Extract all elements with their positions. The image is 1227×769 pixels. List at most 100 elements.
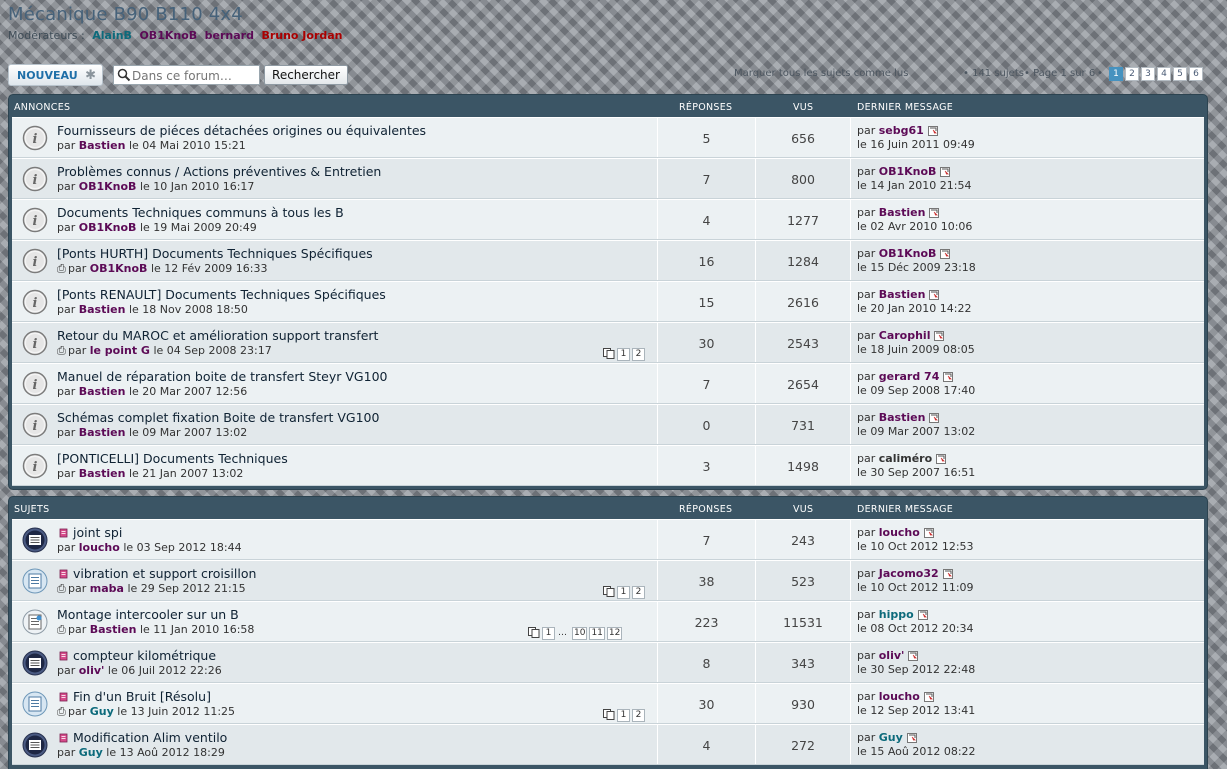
view-latest-post-icon[interactable] bbox=[929, 208, 940, 218]
topic-row[interactable]: Fin d'un Bruit [Résolu] ⎙ par Guy le 13 Ju… bbox=[12, 683, 1204, 724]
topic-page-link[interactable]: 1 bbox=[617, 348, 630, 361]
topic-title-link[interactable]: Fin d'un Bruit [Résolu] bbox=[73, 689, 211, 704]
view-latest-post-icon[interactable] bbox=[927, 126, 938, 136]
author-link[interactable]: OB1KnoB bbox=[90, 262, 148, 275]
page-link[interactable]: 6 bbox=[1189, 67, 1203, 81]
topic-title-link[interactable]: Fournisseurs de piéces détachées origine… bbox=[57, 123, 426, 138]
last-post-author-link[interactable]: oliv' bbox=[879, 649, 905, 662]
author-link[interactable]: Guy bbox=[90, 705, 114, 718]
page-link[interactable]: 3 bbox=[1141, 67, 1155, 81]
last-post-author-link[interactable]: hippo bbox=[879, 608, 914, 621]
search-button[interactable]: Rechercher bbox=[264, 65, 348, 85]
topic-row[interactable]: vibration et support croisillon ⎙ par maba… bbox=[12, 560, 1204, 601]
topic-row[interactable]: joint spi par loucho le 03 Sep 2012 18:44… bbox=[12, 519, 1204, 560]
last-post-author-link[interactable]: Guy bbox=[879, 731, 903, 744]
view-latest-post-icon[interactable] bbox=[923, 528, 934, 538]
topic-title-link[interactable]: Manuel de réparation boite de transfert … bbox=[57, 369, 387, 384]
topic-page-link[interactable]: 1 bbox=[617, 709, 630, 722]
topic-title-link[interactable]: compteur kilométrique bbox=[73, 648, 216, 663]
last-post-author-link[interactable]: OB1KnoB bbox=[879, 165, 937, 178]
topic-title-link[interactable]: Montage intercooler sur un B bbox=[57, 607, 239, 622]
topic-row[interactable]: i Retour du MAROC et amélioration support… bbox=[12, 322, 1204, 363]
author-link[interactable]: Bastien bbox=[79, 467, 126, 480]
moderator-link[interactable]: OB1KnoB bbox=[139, 29, 197, 42]
topic-row[interactable]: i Problèmes connus / Actions préventives … bbox=[12, 158, 1204, 199]
author-link[interactable]: loucho bbox=[79, 541, 120, 554]
last-post-author-link[interactable]: loucho bbox=[879, 690, 920, 703]
author-link[interactable]: maba bbox=[90, 582, 124, 595]
topic-row[interactable]: i Schémas complet fixation Boite de trans… bbox=[12, 404, 1204, 445]
last-post-author-link[interactable]: loucho bbox=[879, 526, 920, 539]
view-latest-post-icon[interactable] bbox=[943, 372, 954, 382]
last-post-author-link[interactable]: gerard 74 bbox=[879, 370, 940, 383]
mark-all-read-link[interactable]: Marquer tous les sujets comme lus bbox=[734, 68, 908, 79]
moderator-link[interactable]: Bruno Jordan bbox=[261, 29, 342, 42]
author-link[interactable]: oliv' bbox=[79, 664, 105, 677]
view-latest-post-icon[interactable] bbox=[917, 610, 928, 620]
topic-row[interactable]: i [PONTICELLI] Documents Techniques par Ba… bbox=[12, 445, 1204, 486]
topic-page-link[interactable]: 11 bbox=[589, 627, 605, 640]
author-link[interactable]: Bastien bbox=[79, 139, 126, 152]
last-post-author-link[interactable]: caliméro bbox=[879, 452, 932, 465]
view-latest-post-icon[interactable] bbox=[940, 167, 951, 177]
page-link[interactable]: 2 bbox=[1125, 67, 1139, 81]
page-link[interactable]: 5 bbox=[1173, 67, 1187, 81]
author-link[interactable]: OB1KnoB bbox=[79, 180, 137, 193]
topic-row[interactable]: Modification Alim ventilo par Guy le 13 A… bbox=[12, 724, 1204, 765]
topic-page-link[interactable]: 2 bbox=[632, 709, 645, 722]
topic-title-link[interactable]: [PONTICELLI] Documents Techniques bbox=[57, 451, 288, 466]
topic-title-link[interactable]: [Ponts HURTH] Documents Techniques Spéci… bbox=[57, 246, 373, 261]
last-post-author-link[interactable]: Bastien bbox=[879, 206, 926, 219]
topic-title-link[interactable]: vibration et support croisillon bbox=[73, 566, 256, 581]
forum-title[interactable]: Mécanique B90 B110 4x4 bbox=[8, 4, 1218, 25]
last-post-author-link[interactable]: Bastien bbox=[879, 288, 926, 301]
new-topic-button[interactable]: NOUVEAU ✱ bbox=[8, 64, 103, 86]
view-latest-post-icon[interactable] bbox=[942, 569, 953, 579]
author-link[interactable]: Guy bbox=[79, 746, 103, 759]
topic-row[interactable]: Montage intercooler sur un B ⎙ par Bastien… bbox=[12, 601, 1204, 642]
topic-title-link[interactable]: Modification Alim ventilo bbox=[73, 730, 227, 745]
topic-page-link[interactable]: 2 bbox=[632, 586, 645, 599]
last-post-author-link[interactable]: sebg61 bbox=[879, 124, 924, 137]
forum-search-input[interactable] bbox=[113, 65, 260, 85]
topic-title-link[interactable]: Schémas complet fixation Boite de transf… bbox=[57, 410, 379, 425]
topic-page-link[interactable]: 2 bbox=[632, 348, 645, 361]
author-link[interactable]: OB1KnoB bbox=[79, 221, 137, 234]
view-latest-post-icon[interactable] bbox=[934, 331, 945, 341]
view-latest-post-icon[interactable] bbox=[923, 692, 934, 702]
author-link[interactable]: Bastien bbox=[79, 385, 126, 398]
topic-page-link[interactable]: 1 bbox=[542, 627, 555, 640]
topic-row[interactable]: i Documents Techniques communs à tous les… bbox=[12, 199, 1204, 240]
view-latest-post-icon[interactable] bbox=[929, 413, 940, 423]
author-link[interactable]: Bastien bbox=[79, 426, 126, 439]
view-latest-post-icon[interactable] bbox=[940, 249, 951, 259]
moderator-link[interactable]: bernard bbox=[205, 29, 254, 42]
topic-page-link[interactable]: 1 bbox=[617, 586, 630, 599]
topic-title-link[interactable]: Documents Techniques communs à tous les … bbox=[57, 205, 344, 220]
moderator-link[interactable]: AlainB bbox=[92, 29, 132, 42]
view-latest-post-icon[interactable] bbox=[929, 290, 940, 300]
topic-title-link[interactable]: Problèmes connus / Actions préventives &… bbox=[57, 164, 381, 179]
author-link[interactable]: Bastien bbox=[90, 623, 137, 636]
page-link[interactable]: 4 bbox=[1157, 67, 1171, 81]
last-post-author-link[interactable]: Carophil bbox=[879, 329, 931, 342]
topic-title-link[interactable]: [Ponts RENAULT] Documents Techniques Spé… bbox=[57, 287, 386, 302]
topic-page-link[interactable]: 10 bbox=[572, 627, 588, 640]
view-latest-post-icon[interactable] bbox=[906, 733, 917, 743]
topic-title-link[interactable]: joint spi bbox=[73, 525, 122, 540]
topic-title-link[interactable]: Retour du MAROC et amélioration support … bbox=[57, 328, 378, 343]
author-link[interactable]: Bastien bbox=[79, 303, 126, 316]
last-post-author-link[interactable]: Bastien bbox=[879, 411, 926, 424]
view-latest-post-icon[interactable] bbox=[936, 454, 947, 464]
author-link[interactable]: le point G bbox=[90, 344, 150, 357]
topic-row[interactable]: i Fournisseurs de piéces détachées origin… bbox=[12, 117, 1204, 158]
view-latest-post-icon[interactable] bbox=[908, 651, 919, 661]
topic-page-link[interactable]: 12 bbox=[606, 627, 623, 640]
page-link-current[interactable]: 1 bbox=[1109, 67, 1123, 81]
last-post-author-link[interactable]: Jacomo32 bbox=[879, 567, 939, 580]
topic-row[interactable]: i [Ponts RENAULT] Documents Techniques Sp… bbox=[12, 281, 1204, 322]
topic-row[interactable]: compteur kilométrique par oliv' le 06 Jui… bbox=[12, 642, 1204, 683]
topic-row[interactable]: i Manuel de réparation boite de transfert… bbox=[12, 363, 1204, 404]
last-post-author-link[interactable]: OB1KnoB bbox=[879, 247, 937, 260]
topic-row[interactable]: i [Ponts HURTH] Documents Techniques Spéc… bbox=[12, 240, 1204, 281]
